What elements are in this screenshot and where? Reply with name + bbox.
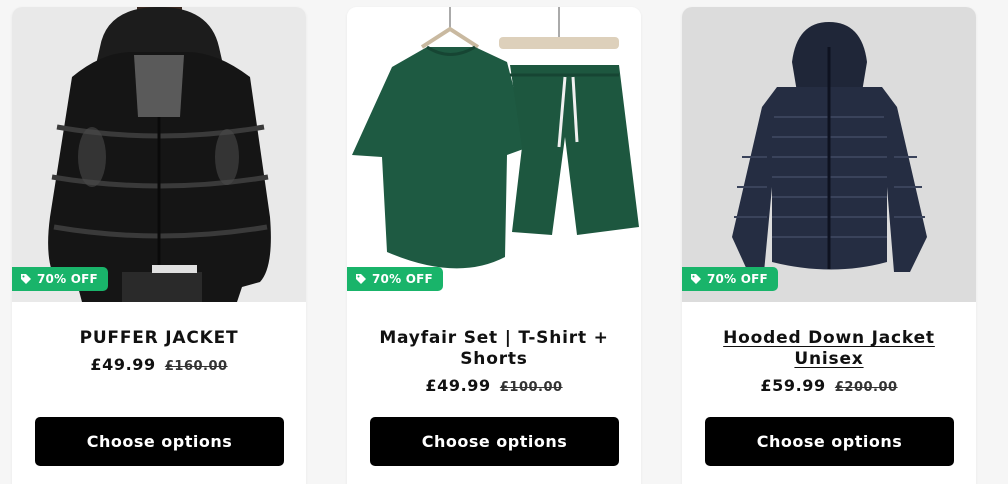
discount-badge: 70% OFF (682, 267, 778, 291)
choose-options-button[interactable]: Choose options (35, 417, 284, 466)
product-card: 70% OFF PUFFER JACKET £49.99 £160.00 Cho… (12, 7, 306, 484)
discount-badge-label: 70% OFF (707, 272, 768, 286)
discount-badge: 70% OFF (347, 267, 443, 291)
product-image-puffer-jacket[interactable]: 70% OFF (12, 7, 306, 302)
sale-price: £49.99 (90, 355, 156, 374)
hooded-down-jacket-photo (732, 22, 927, 272)
product-card: 70% OFF Mayfair Set | T-Shirt + Shorts £… (347, 7, 641, 484)
compare-price: £100.00 (499, 380, 563, 395)
choose-options-button[interactable]: Choose options (370, 417, 619, 466)
compare-price: £160.00 (164, 359, 228, 374)
choose-options-button[interactable]: Choose options (705, 417, 954, 466)
price-row: £49.99 £160.00 (12, 355, 306, 374)
discount-badge-label: 70% OFF (37, 272, 98, 286)
product-grid: 70% OFF PUFFER JACKET £49.99 £160.00 Cho… (0, 0, 1008, 484)
product-title[interactable]: PUFFER JACKET (12, 328, 306, 349)
product-image-hooded-down-jacket[interactable]: 70% OFF (682, 7, 976, 302)
product-title-link[interactable]: Hooded Down Jacket Unisex (682, 328, 976, 370)
price-tag-icon (690, 273, 702, 285)
compare-price: £200.00 (834, 380, 898, 395)
product-card: 70% OFF Hooded Down Jacket Unisex £59.99… (682, 7, 976, 484)
sale-price: £59.99 (760, 376, 826, 395)
product-title[interactable]: Mayfair Set | T-Shirt + Shorts (347, 328, 641, 370)
price-row: £59.99 £200.00 (682, 376, 976, 395)
puffer-jacket-photo (48, 7, 271, 302)
product-image-mayfair-set[interactable]: 70% OFF (347, 7, 641, 302)
price-tag-icon (20, 273, 32, 285)
sale-price: £49.99 (425, 376, 491, 395)
discount-badge-label: 70% OFF (372, 272, 433, 286)
price-row: £49.99 £100.00 (347, 376, 641, 395)
mayfair-set-photo (352, 7, 639, 269)
price-tag-icon (355, 273, 367, 285)
discount-badge: 70% OFF (12, 267, 108, 291)
